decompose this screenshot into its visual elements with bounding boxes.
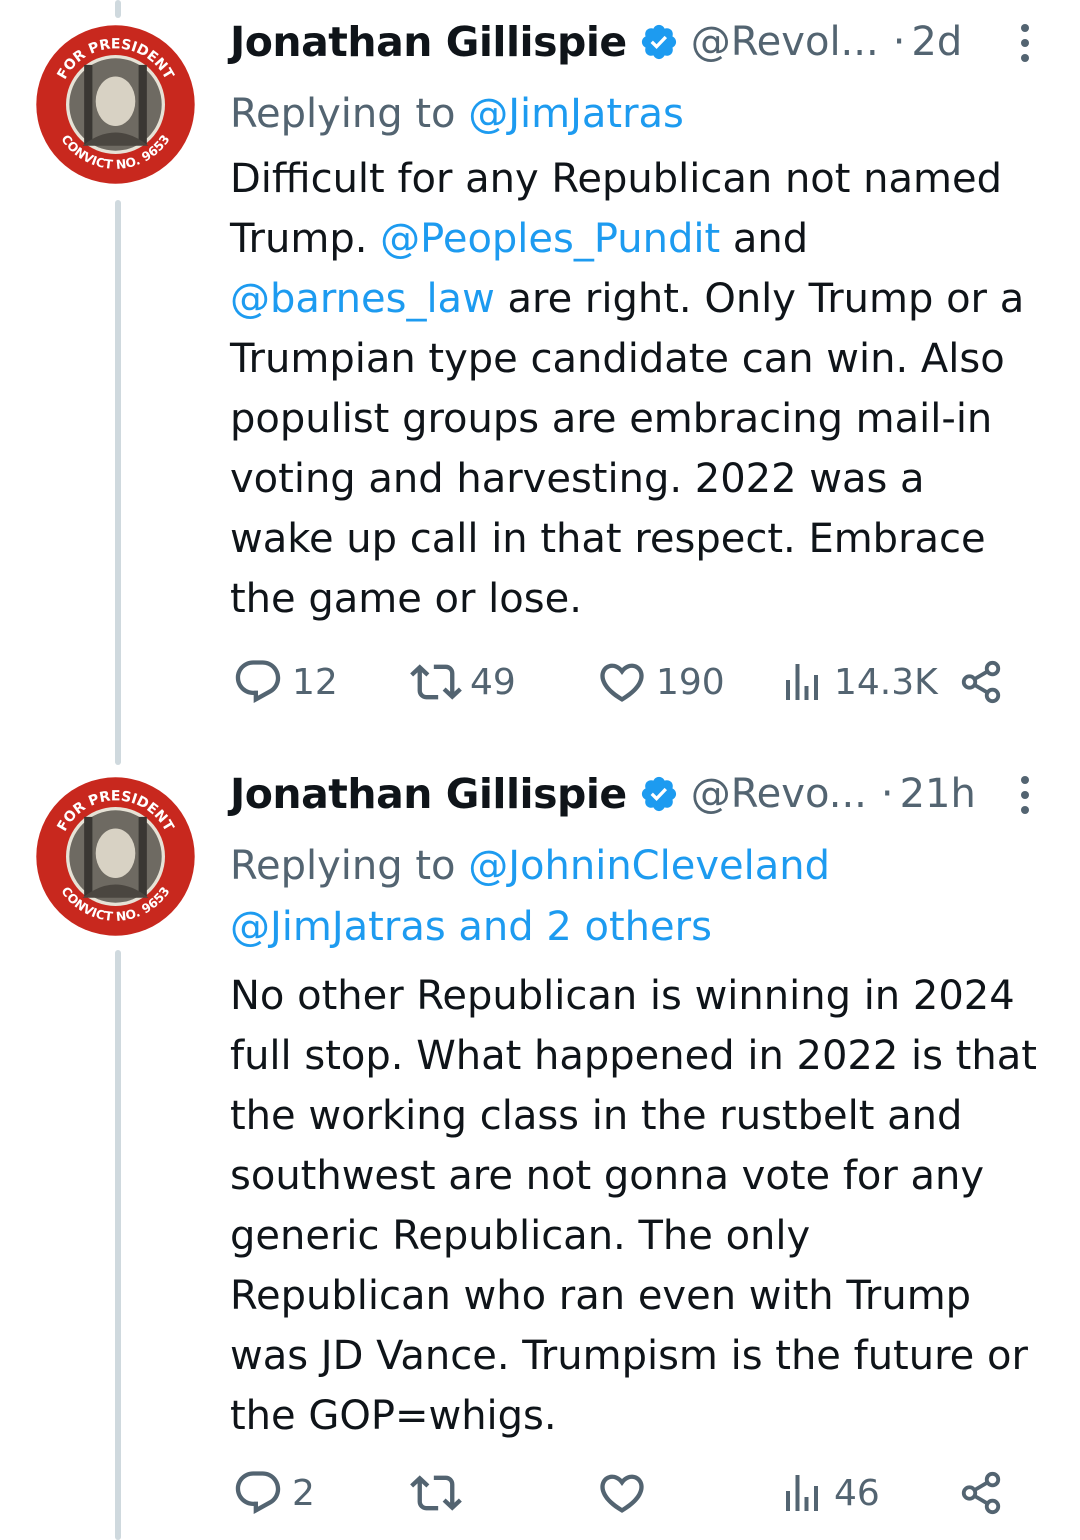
view-count: 46 (834, 1472, 880, 1514)
text-segment: and (720, 216, 809, 262)
replying-to: Replying to @JohninCleveland @JimJatras a… (230, 836, 1040, 958)
retweet-icon (410, 1475, 462, 1511)
replying-to-label: Replying to (230, 91, 469, 137)
reply-to-link[interactable]: @JohninCleveland (468, 843, 830, 889)
tweet-actions: 2 46 (230, 1463, 1040, 1523)
separator-dot: · (892, 19, 906, 65)
tweet[interactable]: FOR PRESIDENT CONVICT NO. 9653 Jonathan … (0, 752, 1080, 1540)
share-icon (961, 1471, 1001, 1515)
heart-icon (600, 663, 644, 702)
tweet-actions: 12 49 190 14.3K (230, 652, 1040, 712)
user-handle[interactable]: @Revol... (691, 19, 879, 65)
reply-button[interactable]: 12 (232, 652, 338, 712)
reply-to-link[interactable]: @JimJatras (468, 91, 684, 137)
like-button[interactable] (596, 1463, 648, 1523)
reply-icon (235, 1471, 281, 1515)
replying-to-label: Replying to (230, 843, 469, 889)
retweet-icon (410, 664, 462, 700)
verified-badge-icon (641, 24, 676, 60)
views-icon (786, 1475, 818, 1511)
reply-count: 12 (292, 661, 338, 703)
timestamp[interactable]: 2d (911, 19, 962, 65)
verified-badge-icon (641, 776, 676, 812)
timestamp[interactable]: 21h (900, 771, 976, 817)
tweet-header: Jonathan Gillispie @Revo... · 21h (230, 752, 1040, 836)
heart-icon (600, 1474, 644, 1513)
more-options-icon[interactable] (1010, 770, 1040, 820)
tweet[interactable]: FOR PRESIDENT CONVICT NO. 9653 Jonathan … (0, 0, 1080, 760)
share-button[interactable] (958, 652, 1004, 712)
retweet-count: 49 (470, 661, 516, 703)
views-button[interactable]: 14.3K (778, 652, 938, 712)
separator-dot: · (880, 771, 894, 817)
reply-count: 2 (292, 1472, 315, 1514)
display-name[interactable]: Jonathan Gillispie (230, 18, 627, 66)
tweet-header: Jonathan Gillispie @Revol... · 2d (230, 0, 1040, 84)
more-options-icon[interactable] (1010, 18, 1040, 68)
views-icon (786, 664, 818, 700)
mention-link[interactable]: @Peoples_Pundit (380, 216, 720, 262)
views-button[interactable]: 46 (778, 1463, 880, 1523)
avatar[interactable]: FOR PRESIDENT CONVICT NO. 9653 (33, 774, 198, 939)
mention-link[interactable]: @barnes_law (230, 276, 495, 322)
user-handle[interactable]: @Revo... (691, 771, 867, 817)
reply-button[interactable]: 2 (232, 1463, 315, 1523)
view-count: 14.3K (834, 661, 938, 703)
like-button[interactable]: 190 (596, 652, 725, 712)
retweet-button[interactable] (410, 1463, 462, 1523)
text-segment: No other Republican is winning in 2024 f… (230, 973, 1037, 1439)
like-count: 190 (656, 661, 725, 703)
avatar[interactable]: FOR PRESIDENT CONVICT NO. 9653 (33, 22, 198, 187)
share-button[interactable] (958, 1463, 1004, 1523)
retweet-button[interactable]: 49 (410, 652, 516, 712)
reply-icon (235, 660, 281, 704)
tweet-text: Difficult for any Republican not named T… (230, 149, 1040, 629)
share-icon (961, 660, 1001, 704)
tweet-text: No other Republican is winning in 2024 f… (230, 966, 1040, 1446)
reply-to-others-link[interactable]: @JimJatras and 2 others (230, 904, 712, 950)
text-segment: are right. Only Trump or a Trumpian type… (230, 276, 1025, 622)
display-name[interactable]: Jonathan Gillispie (230, 770, 627, 818)
replying-to: Replying to @JimJatras (230, 84, 1040, 145)
